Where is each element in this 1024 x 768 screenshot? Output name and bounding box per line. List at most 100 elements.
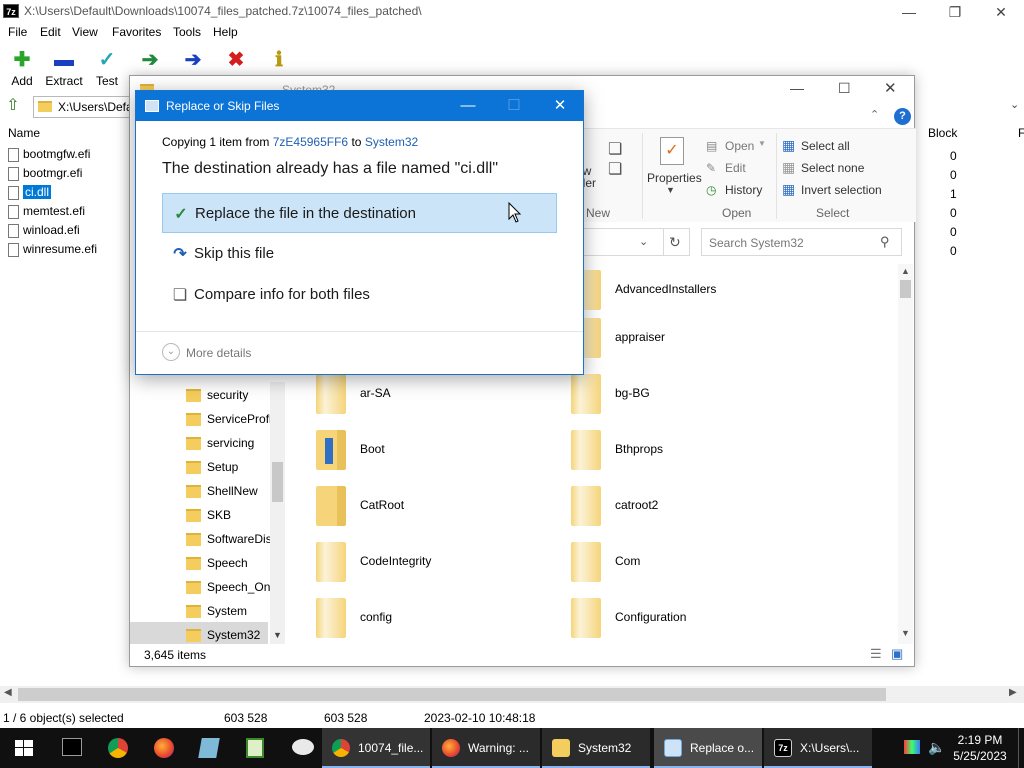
ribbon-collapse-icon[interactable]: ⌃ xyxy=(870,108,879,121)
taskbar-task-firefox[interactable]: Warning: ... xyxy=(432,728,540,768)
add-button[interactable]: ✚ Add xyxy=(0,44,44,90)
chevron-down-icon[interactable]: ▼ xyxy=(273,630,282,640)
show-desktop-button[interactable] xyxy=(1018,728,1024,768)
file-row[interactable]: bootmgr.efi xyxy=(8,166,82,185)
minimize-button[interactable]: — xyxy=(790,80,804,96)
tree-item[interactable]: security xyxy=(186,388,248,412)
scroll-left-icon[interactable]: ◀ xyxy=(4,687,12,698)
tree-item[interactable]: ServiceProfi xyxy=(186,412,272,436)
folder-item[interactable]: catroot2 xyxy=(571,486,658,536)
file-row[interactable]: winload.efi xyxy=(8,223,80,242)
folder-item[interactable]: Bthprops xyxy=(571,430,663,480)
terminal-taskbar-button[interactable] xyxy=(50,728,94,768)
minimize-button[interactable]: — xyxy=(445,91,491,121)
copy-path-icon[interactable]: ❏ xyxy=(608,139,622,159)
close-button[interactable]: ✕ xyxy=(884,79,897,97)
help-icon[interactable]: ? xyxy=(894,108,911,125)
history-button[interactable]: History xyxy=(725,183,762,197)
taskbar-task-replace-dialog[interactable]: Replace o... xyxy=(654,728,762,768)
refresh-icon[interactable]: ↻ xyxy=(669,234,681,251)
address-field[interactable]: X:\Users\Defa xyxy=(33,96,133,118)
skip-option[interactable]: ↷ Skip this file xyxy=(162,234,557,274)
large-icons-view-icon[interactable]: ▣ xyxy=(891,646,903,662)
folder-item[interactable]: bg-BG xyxy=(571,374,650,424)
chevron-down-icon[interactable]: ▼ xyxy=(901,628,910,638)
tree-item[interactable]: Speech_One xyxy=(186,580,277,604)
extract-button[interactable]: ▬ Extract xyxy=(42,44,86,90)
close-button[interactable]: ✕ xyxy=(978,0,1024,24)
destination-link[interactable]: System32 xyxy=(365,135,418,149)
file-row[interactable]: memtest.efi xyxy=(8,204,85,223)
tree-item[interactable]: Setup xyxy=(186,460,238,484)
column-block[interactable]: Block xyxy=(928,126,957,140)
folder-item[interactable]: CodeIntegrity xyxy=(316,542,431,592)
search-box[interactable]: Search System32 ⚲ xyxy=(701,228,902,256)
menu-edit[interactable]: Edit xyxy=(40,25,61,39)
select-all-button[interactable]: Select all xyxy=(801,139,850,153)
tree-item[interactable]: Speech xyxy=(186,556,248,580)
select-none-button[interactable]: Select none xyxy=(801,161,864,175)
chevron-down-icon[interactable]: ⌄ xyxy=(639,235,648,248)
edit-button[interactable]: Edit xyxy=(725,161,746,175)
firefox-taskbar-button[interactable] xyxy=(142,728,186,768)
file-row[interactable]: winresume.efi xyxy=(8,242,97,261)
folder-item[interactable]: appraiser xyxy=(571,318,665,368)
file-row-selected[interactable]: ci.dll xyxy=(8,184,53,204)
chevron-down-icon[interactable]: ▼ xyxy=(666,185,675,195)
menu-favorites[interactable]: Favorites xyxy=(112,25,161,39)
open-button[interactable]: Open xyxy=(725,139,754,153)
up-folder-icon[interactable]: ⇧ xyxy=(3,96,23,116)
tree-item[interactable]: SoftwareDis xyxy=(186,532,272,556)
menu-file[interactable]: File xyxy=(8,25,27,39)
details-view-icon[interactable]: ☰ xyxy=(870,646,882,662)
column-extra[interactable]: F xyxy=(1018,126,1024,140)
chevron-down-icon[interactable]: ▼ xyxy=(758,139,766,148)
folder-item[interactable]: CatRoot xyxy=(316,486,404,536)
tree-item[interactable]: SKB xyxy=(186,508,231,532)
scrollbar-thumb[interactable] xyxy=(18,688,886,701)
menu-view[interactable]: View xyxy=(72,25,98,39)
address-dropdown-icon[interactable]: ⌄ xyxy=(1010,98,1019,111)
source-link[interactable]: 7zE45965FF6 xyxy=(273,135,348,149)
notepad-taskbar-button[interactable] xyxy=(234,728,278,768)
replace-option[interactable]: ✓ Replace the file in the destination xyxy=(162,193,557,233)
notes-taskbar-button[interactable] xyxy=(188,728,232,768)
tree-item[interactable]: ShellNew xyxy=(186,484,258,508)
clock[interactable]: 2:19 PM 5/25/2023 xyxy=(948,731,1012,765)
tree-item[interactable]: servicing xyxy=(186,436,254,460)
invert-selection-button[interactable]: Invert selection xyxy=(801,183,882,197)
folder-item[interactable]: Configuration xyxy=(571,598,686,648)
menu-tools[interactable]: Tools xyxy=(173,25,201,39)
folder-item[interactable]: Boot xyxy=(316,430,385,480)
minimize-button[interactable]: — xyxy=(886,0,932,24)
maximize-button[interactable]: ❐ xyxy=(932,0,978,24)
speaker-muted-icon[interactable]: 🔈 xyxy=(928,739,945,756)
folder-item[interactable]: ar-SA xyxy=(316,374,391,424)
column-name[interactable]: Name xyxy=(8,126,40,140)
start-button[interactable] xyxy=(0,728,48,768)
chevron-up-icon[interactable]: ▲ xyxy=(901,266,910,276)
folder-item[interactable]: Com xyxy=(571,542,640,592)
tree-scrollbar[interactable]: ▼ xyxy=(270,382,285,644)
rename-icon[interactable]: ❏ xyxy=(608,159,622,179)
close-button[interactable]: ✕ xyxy=(537,91,583,121)
maximize-button[interactable]: ☐ xyxy=(838,80,851,97)
horizontal-scrollbar[interactable]: ◀ ▶ xyxy=(0,686,1024,703)
taskbar-task-7zip[interactable]: 7z X:\Users\... xyxy=(764,728,872,768)
scrollbar-thumb[interactable] xyxy=(272,462,283,502)
compare-option[interactable]: ❏ Compare info for both files xyxy=(162,275,557,315)
address-bar[interactable]: ⌄ ↻ xyxy=(576,228,690,256)
folder-item[interactable]: config xyxy=(316,598,392,648)
more-details-button[interactable]: ⌄ More details xyxy=(162,343,302,363)
taskbar-task-explorer[interactable]: System32 xyxy=(542,728,650,768)
scrollbar-thumb[interactable] xyxy=(900,280,911,298)
chrome-taskbar-button[interactable] xyxy=(96,728,140,768)
folder-item[interactable]: AdvancedInstallers xyxy=(571,270,716,320)
paint-taskbar-button[interactable] xyxy=(280,728,324,768)
file-row[interactable]: bootmgfw.efi xyxy=(8,147,90,166)
properties-button[interactable]: Properties xyxy=(647,171,702,185)
test-button[interactable]: ✓ Test xyxy=(85,44,129,90)
menu-help[interactable]: Help xyxy=(213,25,238,39)
content-scrollbar[interactable]: ▲ ▼ xyxy=(898,264,913,644)
taskbar-task-chrome[interactable]: 10074_file... xyxy=(322,728,430,768)
